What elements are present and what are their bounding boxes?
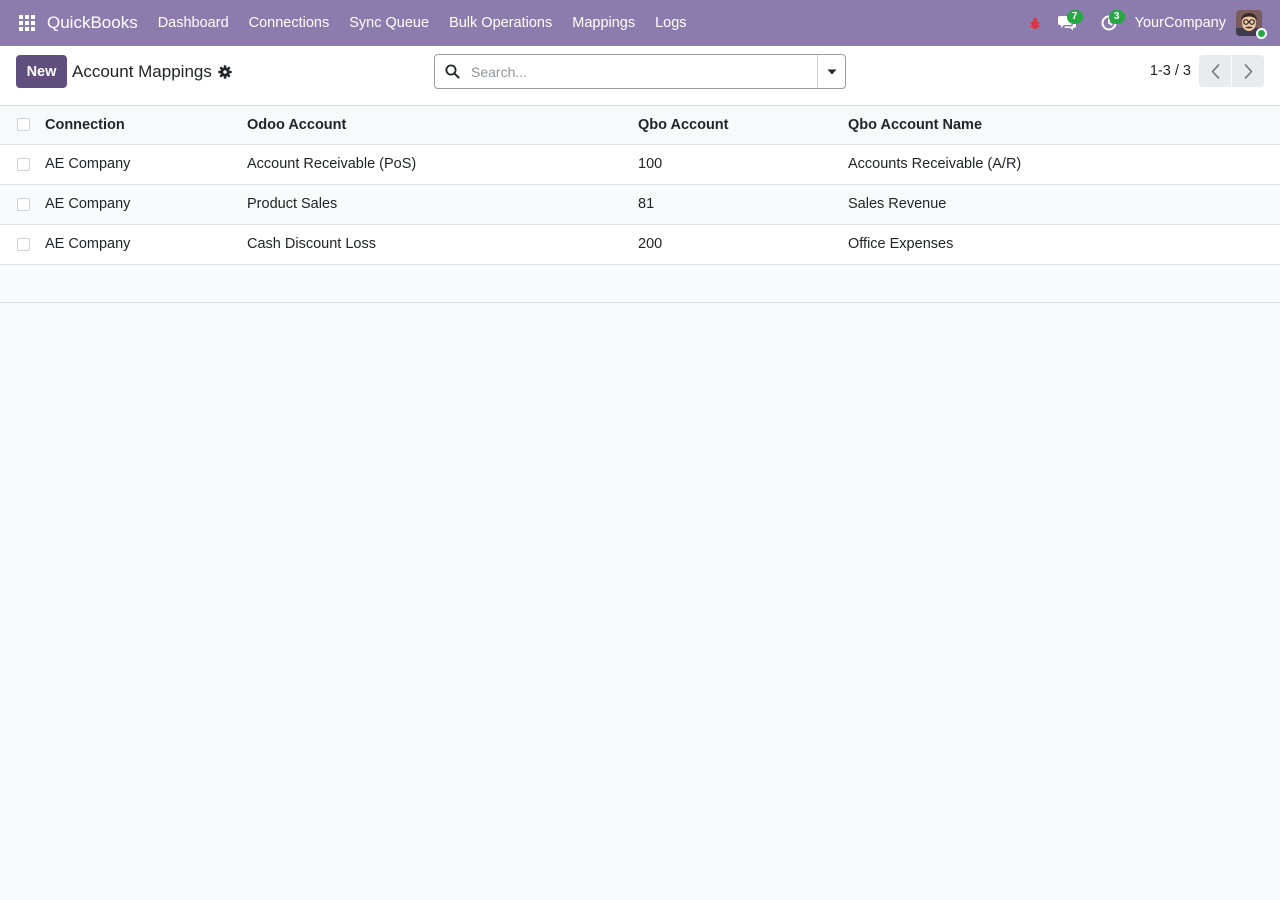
main-menu: Dashboard Connections Sync Queue Bulk Op… [148, 0, 697, 46]
cell-odoo-account: Account Receivable (PoS) [247, 144, 638, 185]
cell-qbo-account: 81 [638, 184, 848, 225]
cell-qbo-account-name: Sales Revenue [848, 184, 1280, 225]
cell-qbo-account: 200 [638, 224, 848, 265]
row-checkbox[interactable] [17, 197, 30, 211]
cell-odoo-account: Product Sales [247, 184, 638, 225]
menu-item-dashboard[interactable]: Dashboard [148, 0, 239, 46]
chevron-left-icon [1211, 63, 1219, 79]
cell-qbo-account: 100 [638, 144, 848, 185]
table-row[interactable]: AE Company Account Receivable (PoS) 100 … [0, 144, 1280, 185]
company-switcher[interactable]: YourCompany [1135, 15, 1226, 31]
menu-item-connections[interactable]: Connections [239, 0, 340, 46]
mappings-table: Connection Odoo Account Qbo Account Qbo … [0, 106, 1280, 303]
search-options-toggle[interactable] [817, 55, 845, 88]
search-bar [434, 54, 846, 89]
navbar-systray: 7 3 YourCompany [1023, 0, 1280, 46]
activities-button[interactable]: 3 [1091, 0, 1127, 46]
table-footer-row [0, 264, 1280, 303]
page-title: Account Mappings [72, 62, 212, 81]
row-select-cell [0, 184, 45, 225]
table-header-row: Connection Odoo Account Qbo Account Qbo … [0, 106, 1280, 145]
apps-grid-icon [19, 15, 35, 31]
row-select-cell [0, 224, 45, 265]
column-header-connection[interactable]: Connection [45, 106, 247, 145]
control-panel: New Account Mappings 1-3 [0, 46, 1280, 106]
app-brand[interactable]: QuickBooks [47, 13, 138, 33]
table-row[interactable]: AE Company Product Sales 81 Sales Revenu… [0, 184, 1280, 225]
column-header-qbo-account[interactable]: Qbo Account [638, 106, 848, 145]
debug-bug-icon[interactable] [1023, 0, 1047, 46]
online-status-dot [1256, 28, 1267, 39]
pager-next-button[interactable] [1232, 55, 1264, 87]
table-footer-cell [0, 264, 1280, 303]
activities-count-badge: 3 [1108, 10, 1125, 24]
menu-item-mappings[interactable]: Mappings [562, 0, 645, 46]
pager-previous-button[interactable] [1199, 55, 1231, 87]
row-select-cell [0, 144, 45, 185]
column-header-odoo-account[interactable]: Odoo Account [247, 106, 638, 145]
messages-count-badge: 7 [1066, 10, 1083, 24]
cell-odoo-account: Cash Discount Loss [247, 224, 638, 265]
cell-qbo-account-name: Office Expenses [848, 224, 1280, 265]
search-input[interactable] [469, 55, 817, 88]
top-navbar: QuickBooks Dashboard Connections Sync Qu… [0, 0, 1280, 46]
menu-item-logs[interactable]: Logs [645, 0, 696, 46]
select-all-cell [0, 106, 45, 145]
user-avatar[interactable] [1236, 10, 1267, 39]
cell-qbo-account-name: Accounts Receivable (A/R) [848, 144, 1280, 185]
cell-connection: AE Company [45, 184, 247, 225]
menu-item-bulk-operations[interactable]: Bulk Operations [439, 0, 562, 46]
list-view: Connection Odoo Account Qbo Account Qbo … [0, 106, 1280, 303]
chevron-right-icon [1244, 63, 1252, 79]
cell-connection: AE Company [45, 224, 247, 265]
select-all-checkbox[interactable] [17, 118, 30, 132]
pager-value[interactable]: 1-3 / 3 [1150, 63, 1191, 79]
app-switcher-button[interactable] [9, 0, 45, 46]
menu-item-sync-queue[interactable]: Sync Queue [339, 0, 439, 46]
column-header-qbo-account-name[interactable]: Qbo Account Name [848, 106, 1280, 145]
new-button[interactable]: New [16, 55, 67, 88]
search-icon [435, 55, 469, 88]
caret-down-icon [827, 69, 836, 74]
messages-button[interactable]: 7 [1049, 0, 1085, 46]
table-row[interactable]: AE Company Cash Discount Loss 200 Office… [0, 224, 1280, 265]
gear-icon[interactable] [218, 65, 232, 79]
cell-connection: AE Company [45, 144, 247, 185]
row-checkbox[interactable] [17, 237, 30, 251]
row-checkbox[interactable] [17, 157, 30, 171]
